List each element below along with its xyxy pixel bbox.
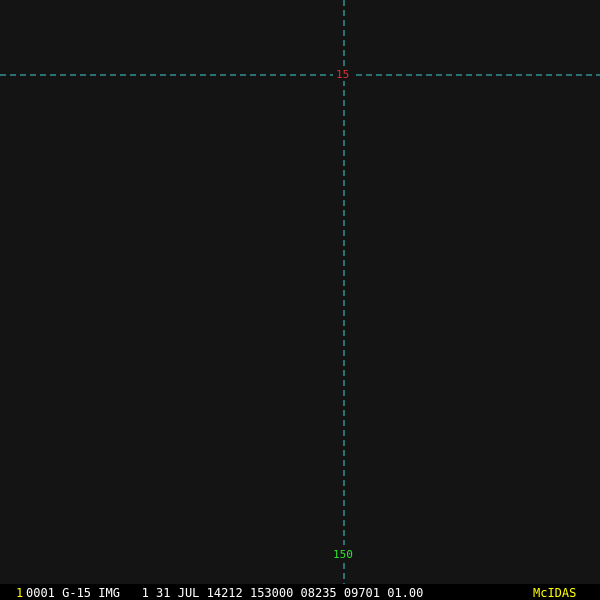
frame-info: 0001 G-15 IMG 1 31 JUL 14212 153000 0823… (26, 586, 424, 600)
longitude-label: 150 (332, 548, 354, 561)
frame-number: 1 (16, 586, 24, 600)
image-display-area[interactable]: 15 150 (0, 0, 600, 584)
frame-status-bar: 1 0001 G-15 IMG 1 31 JUL 14212 153000 08… (0, 584, 600, 600)
mcidas-brand: McIDAS (533, 586, 577, 600)
lat-lon-grid (0, 0, 600, 584)
latitude-label: 15 (335, 68, 351, 81)
